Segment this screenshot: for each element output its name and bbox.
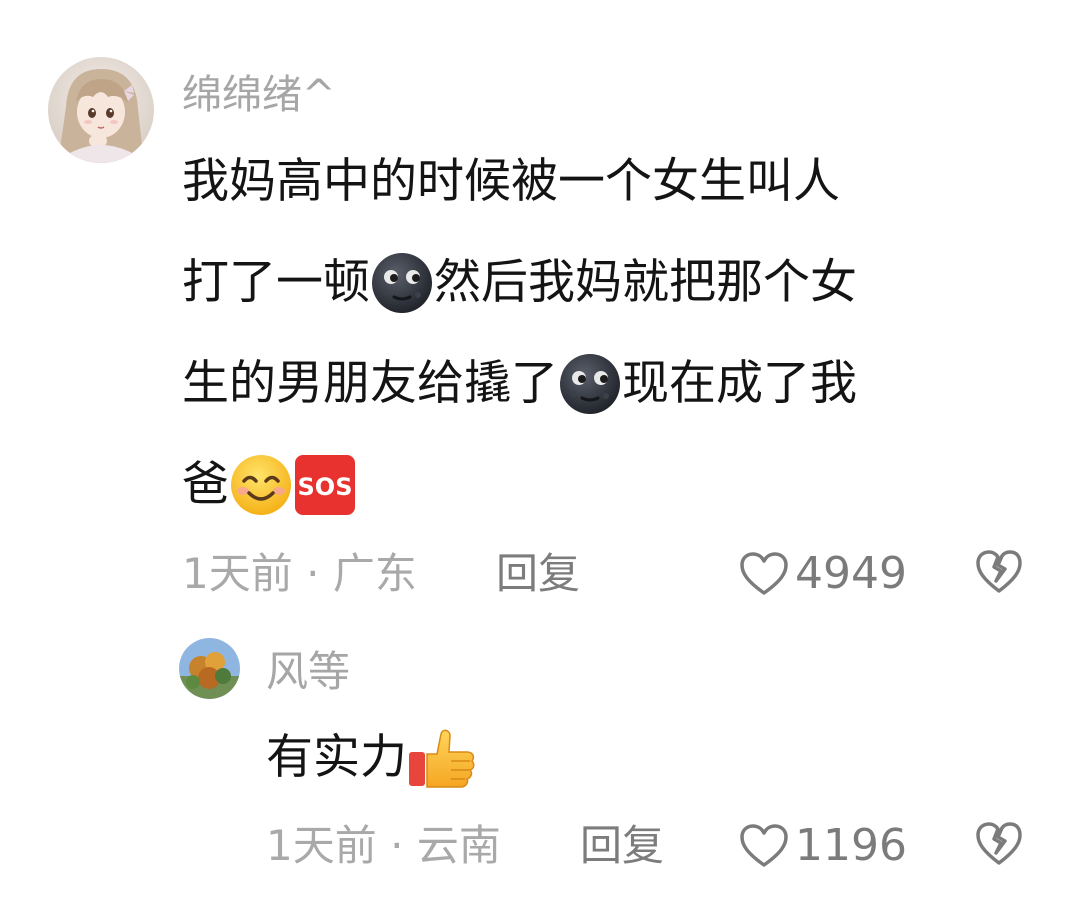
reply-button[interactable]: 回复 — [496, 548, 580, 600]
comment-line-text: 然后我妈就把那个女 — [434, 255, 857, 310]
reply-text: 有实力 — [266, 724, 475, 792]
meta-separator: · — [306, 549, 320, 598]
comment-line-text: 我妈高中的时候被一个女生叫人 — [182, 154, 840, 209]
smiling-face-emoji — [229, 453, 293, 517]
comment-line-3: 生的男朋友给撬了 现在成了我 — [182, 350, 1042, 418]
dislike-button[interactable] — [975, 549, 1023, 595]
heart-outline-icon — [740, 552, 788, 595]
reply-meta: 1天前 · 云南 — [266, 820, 501, 872]
like-button[interactable]: 1196 — [739, 820, 907, 872]
comment-meta: 1天前 · 广东 — [182, 548, 417, 600]
comment-text: 我妈高中的时候被一个女生叫人 打了一顿 然后我妈就把那个女 生的男朋友给撬了 现… — [182, 148, 1042, 519]
new-moon-face-emoji — [370, 251, 434, 315]
reply-line-text: 有实力 — [266, 730, 407, 785]
comment-location: 广东 — [332, 549, 417, 598]
reply-button[interactable]: 回复 — [580, 820, 664, 872]
avatar-reply-commenter[interactable] — [179, 638, 240, 699]
thumbs-up-emoji — [407, 726, 475, 790]
reply-location: 云南 — [416, 821, 501, 870]
comment-line-2: 打了一顿 然后我妈就把那个女 — [182, 249, 1042, 317]
commenter-username[interactable]: 绵绵绪^ — [182, 70, 336, 120]
broken-heart-icon — [976, 822, 1022, 865]
reply-line-1: 有实力 — [266, 724, 475, 792]
avatar-main-commenter[interactable] — [48, 57, 154, 163]
like-count: 4949 — [795, 548, 907, 599]
meta-separator: · — [390, 821, 404, 870]
heart-outline-icon — [740, 824, 788, 867]
like-count: 1196 — [795, 820, 907, 871]
comment-line-text: 生的男朋友给撬了 — [182, 356, 558, 411]
comment-line-1: 我妈高中的时候被一个女生叫人 — [182, 148, 1042, 216]
new-moon-face-emoji — [558, 352, 622, 416]
reply-username[interactable]: 风等 — [266, 646, 350, 698]
comment-line-text: 现在成了我 — [622, 356, 857, 411]
reply-time: 1天前 — [266, 821, 377, 870]
like-button[interactable]: 4949 — [739, 548, 907, 600]
sos-emoji: SOS — [293, 453, 357, 517]
broken-heart-icon — [976, 550, 1022, 593]
comment-line-text: 爸 — [182, 457, 229, 512]
comment-time: 1天前 — [182, 549, 293, 598]
svg-text:SOS: SOS — [298, 473, 353, 501]
comment-line-4: 爸 SOS — [182, 451, 1042, 519]
dislike-button[interactable] — [975, 821, 1023, 867]
comment-line-text: 打了一顿 — [182, 255, 370, 310]
